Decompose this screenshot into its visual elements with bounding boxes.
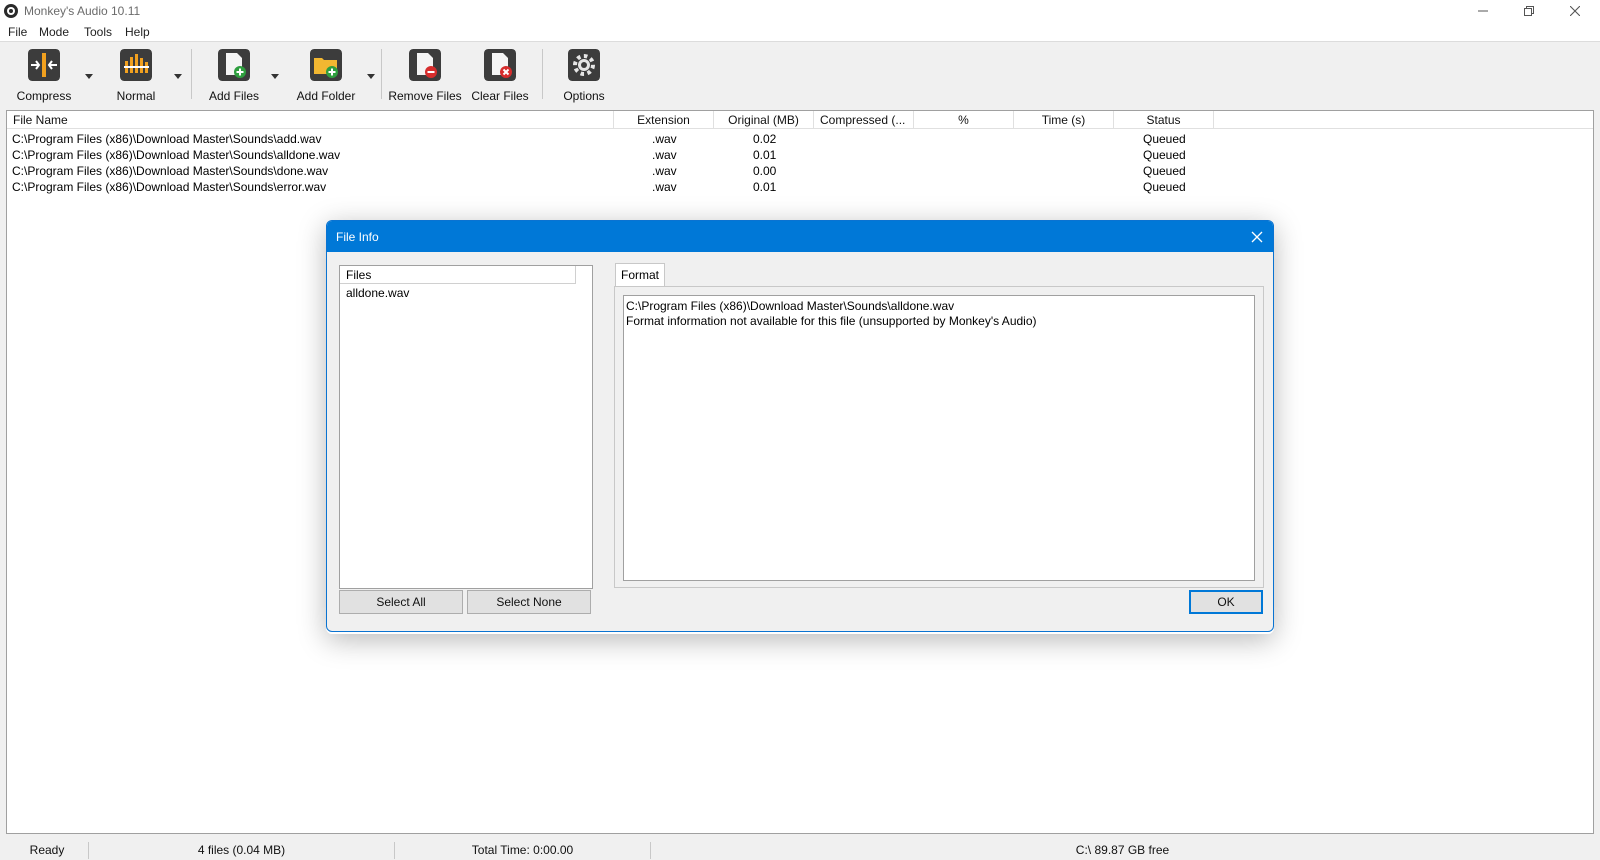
table-row[interactable]: C:\Program Files (x86)\Download Master\S… [7,131,1593,147]
table-row[interactable]: C:\Program Files (x86)\Download Master\S… [7,163,1593,179]
add-folder-icon [310,49,342,81]
remove-files-button[interactable]: Remove Files [386,49,464,103]
clear-files-icon [484,49,516,81]
dropdown-icon[interactable] [366,71,376,81]
table-row[interactable]: C:\Program Files (x86)\Download Master\S… [7,179,1593,195]
toolbar-separator [191,49,192,99]
menu-tools[interactable]: Tools [84,25,112,39]
title-bar: Monkey's Audio 10.11 [0,0,1600,22]
clear-files-button[interactable]: Clear Files [466,49,534,103]
row-extension: .wav [652,180,677,194]
row-status: Queued [1143,164,1186,178]
row-extension: .wav [652,164,677,178]
ok-button[interactable]: OK [1189,590,1263,614]
add-folder-label: Add Folder [296,89,356,103]
dropdown-icon[interactable] [270,71,280,81]
dialog-title-bar[interactable]: File Info [327,221,1273,252]
column-original[interactable]: Original (MB) [714,111,814,129]
row-status: Queued [1143,148,1186,162]
remove-files-label: Remove Files [388,89,462,103]
maximize-icon [1524,6,1534,16]
toolbar: Compress Normal Add Files Add Folder Rem… [0,43,1600,103]
clear-files-label: Clear Files [471,89,529,103]
row-status: Queued [1143,132,1186,146]
close-icon [1570,6,1580,16]
select-all-button[interactable]: Select All [339,590,463,614]
format-info-box[interactable]: C:\Program Files (x86)\Download Master\S… [623,295,1255,581]
compress-icon [28,49,60,81]
options-icon [568,49,600,81]
menu-bar: File Mode Tools Help [0,22,1600,42]
row-file-name: C:\Program Files (x86)\Download Master\S… [12,132,322,146]
options-label: Options [563,89,605,103]
compress-button[interactable]: Compress [12,49,76,103]
column-percent[interactable]: % [914,111,1014,129]
normal-label: Normal [116,89,156,103]
status-files: 4 files (0.04 MB) [88,842,394,859]
column-file-name[interactable]: File Name [7,111,614,129]
add-folder-button[interactable]: Add Folder [290,49,362,103]
row-original: 0.00 [753,164,777,178]
files-list[interactable]: Files alldone.wav [339,265,593,589]
remove-files-icon [409,49,441,81]
info-path: C:\Program Files (x86)\Download Master\S… [626,299,955,313]
row-file-name: C:\Program Files (x86)\Download Master\S… [12,164,329,178]
row-original: 0.01 [753,180,777,194]
list-item[interactable]: alldone.wav [346,286,409,300]
dropdown-icon[interactable] [173,71,183,81]
files-header[interactable]: Files [340,266,576,284]
column-time[interactable]: Time (s) [1014,111,1114,129]
toolbar-separator [542,49,543,99]
dropdown-icon[interactable] [84,71,94,81]
tab-format[interactable]: Format [615,263,665,287]
menu-help[interactable]: Help [125,25,150,39]
compress-label: Compress [16,89,72,103]
row-status: Queued [1143,180,1186,194]
dialog-title: File Info [336,230,379,244]
info-message: Format information not available for thi… [626,314,1037,328]
status-ready: Ready [29,843,65,857]
row-file-name: C:\Program Files (x86)\Download Master\S… [12,180,327,194]
column-extension[interactable]: Extension [614,111,714,129]
list-header: File Name Extension Original (MB) Compre… [7,111,1593,129]
add-files-button[interactable]: Add Files [202,49,266,103]
select-none-button[interactable]: Select None [467,590,591,614]
window-title: Monkey's Audio 10.11 [24,4,141,18]
add-files-label: Add Files [208,89,260,103]
app-icon [4,4,18,18]
close-icon [1251,231,1263,242]
file-info-dialog: File Info Files alldone.wav Format C:\Pr… [326,220,1274,632]
toolbar-separator [381,49,382,99]
menu-file[interactable]: File [8,25,27,39]
row-original: 0.02 [753,132,777,146]
format-tab-panel: C:\Program Files (x86)\Download Master\S… [614,286,1264,588]
normal-button[interactable]: Normal [104,49,168,103]
status-total-time: Total Time: 0:00.00 [394,842,650,859]
table-row[interactable]: C:\Program Files (x86)\Download Master\S… [7,147,1593,163]
row-file-name: C:\Program Files (x86)\Download Master\S… [12,148,341,162]
close-button[interactable] [1552,0,1598,22]
column-compressed[interactable]: Compressed (... [814,111,914,129]
row-extension: .wav [652,132,677,146]
minimize-icon [1478,10,1488,12]
row-original: 0.01 [753,148,777,162]
column-status[interactable]: Status [1114,111,1214,129]
row-extension: .wav [652,148,677,162]
maximize-button[interactable] [1506,0,1552,22]
dialog-close-button[interactable] [1241,221,1273,252]
normal-icon [120,49,152,81]
status-bar: Ready 4 files (0.04 MB) Total Time: 0:00… [0,838,1600,860]
status-free-space: C:\ 89.87 GB free [650,842,1594,859]
add-files-icon [218,49,250,81]
minimize-button[interactable] [1460,0,1506,22]
menu-mode[interactable]: Mode [39,25,69,39]
options-button[interactable]: Options [552,49,616,103]
